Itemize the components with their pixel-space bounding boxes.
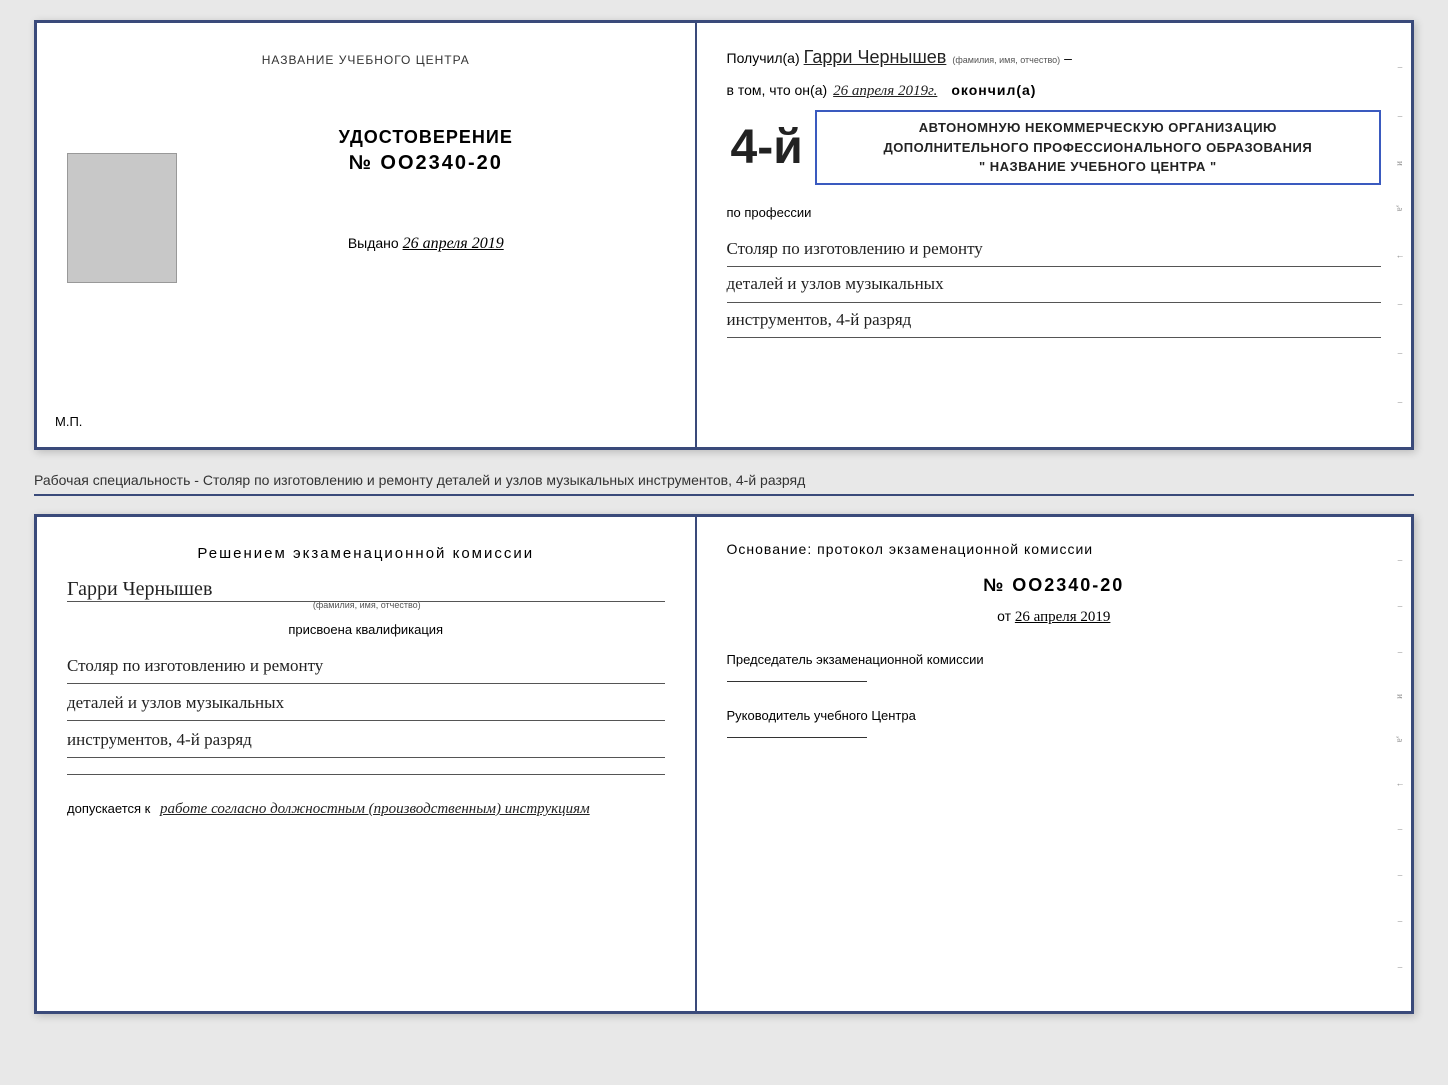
- issued-date: 26 апреля 2019: [403, 235, 504, 252]
- protocol-number: № OO2340-20: [727, 575, 1381, 596]
- bottom-doc-left: Решением экзаменационной комиссии Гарри …: [37, 517, 697, 1011]
- name-subtext-bottom: (фамилия, имя, отчество): [69, 600, 665, 610]
- received-label: Получил(а): [727, 50, 800, 66]
- issued-label: Выдано: [348, 235, 399, 251]
- top-document: НАЗВАНИЕ УЧЕБНОГО ЦЕНТРА УДОСТОВЕРЕНИЕ №…: [34, 20, 1414, 450]
- org-line3: " НАЗВАНИЕ УЧЕБНОГО ЦЕНТРА ": [829, 157, 1367, 177]
- dash1: –: [1064, 50, 1072, 66]
- name-subtext-top: (фамилия, имя, отчество): [952, 55, 1060, 65]
- bottom-document: Решением экзаменационной комиссии Гарри …: [34, 514, 1414, 1014]
- allowed-prefix: допускается к: [67, 801, 150, 816]
- cert-number: № OO2340-20: [349, 152, 503, 175]
- issued-line: Выдано 26 апреля 2019: [348, 235, 504, 253]
- recipient-line: Получил(а) Гарри Чернышев (фамилия, имя,…: [727, 47, 1381, 68]
- top-doc-left: НАЗВАНИЕ УЧЕБНОГО ЦЕНТРА УДОСТОВЕРЕНИЕ №…: [37, 23, 697, 447]
- year-big: 4-й: [731, 124, 803, 172]
- decision-title: Решением экзаменационной комиссии: [67, 545, 665, 562]
- chairman-label: Председатель экзаменационной комиссии: [727, 650, 1381, 671]
- cert-title: УДОСТОВЕРЕНИЕ: [339, 127, 513, 148]
- org-line2: ДОПОЛНИТЕЛЬНОГО ПРОФЕССИОНАЛЬНОГО ОБРАЗО…: [829, 138, 1367, 158]
- qual-line2: деталей и узлов музыкальных: [67, 686, 665, 721]
- profession-line1: Столяр по изготовлению и ремонту: [727, 234, 1381, 268]
- assigned-label: присвоена квалификация: [67, 622, 665, 637]
- person-name: Гарри Чернышев: [67, 578, 665, 602]
- separator-line: [67, 774, 665, 775]
- allowed-label: допускается к работе согласно должностны…: [67, 801, 665, 818]
- head-sig-line: [727, 737, 867, 738]
- middle-label: Рабочая специальность - Столяр по изгото…: [34, 468, 1414, 496]
- qual-line3: инструментов, 4-й разряд: [67, 723, 665, 758]
- org-line1: АВТОНОМНУЮ НЕКОММЕРЧЕСКУЮ ОРГАНИЗАЦИЮ: [829, 118, 1367, 138]
- protocol-date: от 26 апреля 2019: [727, 608, 1381, 626]
- top-doc-right: Получил(а) Гарри Чернышев (фамилия, имя,…: [697, 23, 1411, 447]
- right-dashes-top: ––и ,а ←–––: [1389, 23, 1411, 447]
- chairman-block: Председатель экзаменационной комиссии: [727, 650, 1381, 686]
- protocol-date-prefix: от: [997, 608, 1011, 624]
- profession-line2: деталей и узлов музыкальных: [727, 269, 1381, 303]
- recipient-name: Гарри Чернышев: [804, 47, 947, 68]
- year-org-row: 4-й АВТОНОМНУЮ НЕКОММЕРЧЕСКУЮ ОРГАНИЗАЦИ…: [727, 110, 1381, 187]
- in-that-label: в том, что он(а): [727, 82, 828, 98]
- profession-block: Столяр по изготовлению и ремонту деталей…: [727, 234, 1381, 341]
- profession-label: по профессии: [727, 205, 1381, 220]
- protocol-date-value: 26 апреля 2019: [1015, 609, 1111, 625]
- date-line: в том, что он(а) 26 апреля 2019г. окончи…: [727, 82, 1381, 100]
- person-name-block: Гарри Чернышев (фамилия, имя, отчество): [67, 578, 665, 610]
- chairman-sig-line: [727, 681, 867, 682]
- qual-line1: Столяр по изготовлению и ремонту: [67, 649, 665, 684]
- mp-label: М.П.: [55, 414, 82, 429]
- head-label: Руководитель учебного Центра: [727, 706, 1381, 727]
- date-completed: 26 апреля 2019г.: [833, 83, 937, 100]
- profession-line3: инструментов, 4-й разряд: [727, 305, 1381, 339]
- org-block: АВТОНОМНУЮ НЕКОММЕРЧЕСКУЮ ОРГАНИЗАЦИЮ ДО…: [815, 110, 1381, 185]
- basis-label: Основание: протокол экзаменационной коми…: [727, 541, 1381, 557]
- org-name-top: НАЗВАНИЕ УЧЕБНОГО ЦЕНТРА: [262, 53, 470, 67]
- photo-placeholder: [67, 153, 177, 283]
- finished-label: окончил(а): [951, 82, 1036, 98]
- qualification-block: Столяр по изготовлению и ремонту деталей…: [67, 649, 665, 760]
- head-block: Руководитель учебного Центра: [727, 706, 1381, 742]
- right-dashes-bottom: ––– и ,а ←––––: [1389, 517, 1411, 1011]
- bottom-doc-right: Основание: протокол экзаменационной коми…: [697, 517, 1411, 1011]
- allowed-value: работе согласно должностным (производств…: [160, 801, 590, 817]
